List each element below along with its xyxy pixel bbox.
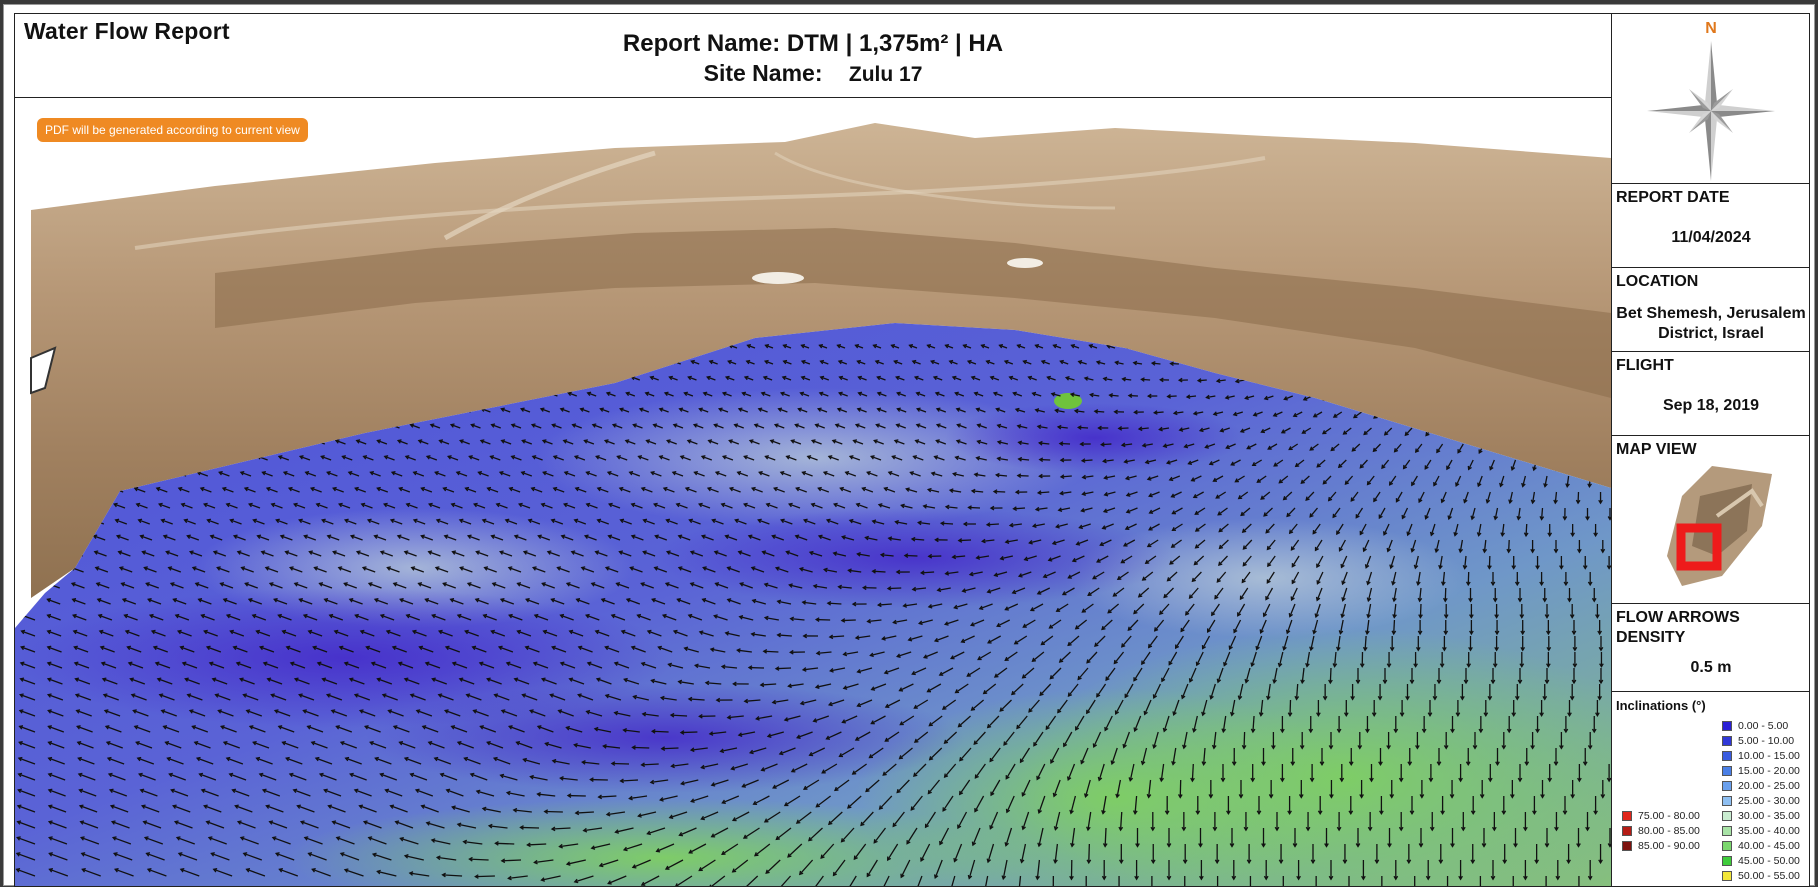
legend-item: 55.00 - 60.00	[1722, 883, 1800, 887]
site-name-value: Zulu 17	[849, 63, 923, 86]
legend-swatch	[1722, 811, 1732, 821]
legend-swatch	[1722, 766, 1732, 776]
report-header: Water Flow Report Report Name: DTM | 1,3…	[15, 14, 1611, 98]
info-side-panel: N	[1611, 14, 1809, 887]
compass-rose-icon	[1612, 14, 1810, 184]
location-label: LOCATION	[1616, 272, 1698, 292]
location-line-2: District, Israel	[1612, 324, 1810, 344]
legend-swatch	[1622, 841, 1632, 851]
flow-density-label-line-2: DENSITY	[1616, 628, 1685, 648]
legend-item: 50.00 - 55.00	[1722, 868, 1800, 883]
legend-item: 20.00 - 25.00	[1722, 778, 1800, 793]
legend-item: 75.00 - 80.00	[1622, 808, 1700, 823]
legend-swatch	[1722, 781, 1732, 791]
legend-item: 25.00 - 30.00	[1722, 793, 1800, 808]
legend-label: 50.00 - 55.00	[1738, 870, 1800, 882]
legend-swatch	[1622, 811, 1632, 821]
flow-density-label-line-1: FLOW ARROWS	[1616, 608, 1740, 628]
legend-label: 40.00 - 45.00	[1738, 840, 1800, 852]
pdf-generation-notice[interactable]: PDF will be generated according to curre…	[37, 118, 308, 142]
flight-section: FLIGHT Sep 18, 2019	[1612, 352, 1810, 436]
location-section: LOCATION Bet Shemesh, Jerusalem District…	[1612, 268, 1810, 352]
map-overview-thumbnail[interactable]	[1612, 436, 1810, 604]
site-name-label: Site Name:	[704, 60, 823, 86]
inclination-legend: Inclinations (°) 0.00 - 5.00 5.00 - 10.00…	[1612, 692, 1810, 887]
legend-label: 45.00 - 50.00	[1738, 855, 1800, 867]
compass-section: N	[1612, 14, 1810, 184]
map-view-section: MAP VIEW	[1612, 436, 1810, 604]
report-date-label: REPORT DATE	[1616, 188, 1729, 208]
legend-swatch	[1722, 871, 1732, 881]
legend-label: 20.00 - 25.00	[1738, 780, 1800, 792]
legend-label: 10.00 - 15.00	[1738, 750, 1800, 762]
report-name: Report Name: DTM | 1,375m² | HA	[15, 30, 1611, 58]
legend-item: 45.00 - 50.00	[1722, 853, 1800, 868]
flow-density-section: FLOW ARROWS DENSITY 0.5 m	[1612, 604, 1810, 692]
legend-item: 15.00 - 20.00	[1722, 763, 1800, 778]
legend-title: Inclinations (°)	[1616, 698, 1706, 713]
legend-label: 25.00 - 30.00	[1738, 795, 1800, 807]
legend-swatch	[1722, 721, 1732, 731]
legend-item: 80.00 - 85.00	[1622, 823, 1700, 838]
legend-left-column: 75.00 - 80.00 80.00 - 85.00 85.00 - 90.00	[1622, 808, 1700, 853]
flow-density-value: 0.5 m	[1612, 658, 1810, 678]
legend-item: 30.00 - 35.00	[1722, 808, 1800, 823]
flight-label: FLIGHT	[1616, 356, 1674, 376]
legend-item: 40.00 - 45.00	[1722, 838, 1800, 853]
legend-label: 75.00 - 80.00	[1638, 810, 1700, 822]
legend-label: 30.00 - 35.00	[1738, 810, 1800, 822]
legend-right-column: 0.00 - 5.00 5.00 - 10.00 10.00 - 15.00 15.0…	[1722, 718, 1800, 887]
legend-swatch	[1622, 826, 1632, 836]
terrain-render[interactable]	[15, 98, 1611, 887]
legend-item: 10.00 - 15.00	[1722, 748, 1800, 763]
legend-label: 0.00 - 5.00	[1738, 720, 1788, 732]
report-page: Water Flow Report Report Name: DTM | 1,3…	[3, 4, 1815, 886]
legend-label: 85.00 - 90.00	[1638, 840, 1700, 852]
legend-swatch	[1722, 856, 1732, 866]
report-date-value: 11/04/2024	[1612, 228, 1810, 248]
legend-label: 15.00 - 20.00	[1738, 765, 1800, 777]
site-name: Site Name: Zulu 17	[15, 60, 1611, 87]
flight-date-value: Sep 18, 2019	[1612, 396, 1810, 416]
legend-swatch	[1722, 796, 1732, 806]
legend-label: 5.00 - 10.00	[1738, 735, 1794, 747]
legend-label: 80.00 - 85.00	[1638, 825, 1700, 837]
report-frame: Water Flow Report Report Name: DTM | 1,3…	[14, 13, 1810, 887]
location-line-1: Bet Shemesh, Jerusalem	[1612, 304, 1810, 324]
legend-swatch	[1722, 736, 1732, 746]
map-3d-view[interactable]: PDF will be generated according to curre…	[15, 98, 1611, 887]
report-date-section: REPORT DATE 11/04/2024	[1612, 184, 1810, 268]
legend-swatch	[1722, 826, 1732, 836]
legend-item: 85.00 - 90.00	[1622, 838, 1700, 853]
legend-swatch	[1722, 751, 1732, 761]
legend-item: 5.00 - 10.00	[1722, 733, 1800, 748]
legend-item: 0.00 - 5.00	[1722, 718, 1800, 733]
legend-item: 35.00 - 40.00	[1722, 823, 1800, 838]
legend-swatch	[1722, 841, 1732, 851]
legend-label: 35.00 - 40.00	[1738, 825, 1800, 837]
